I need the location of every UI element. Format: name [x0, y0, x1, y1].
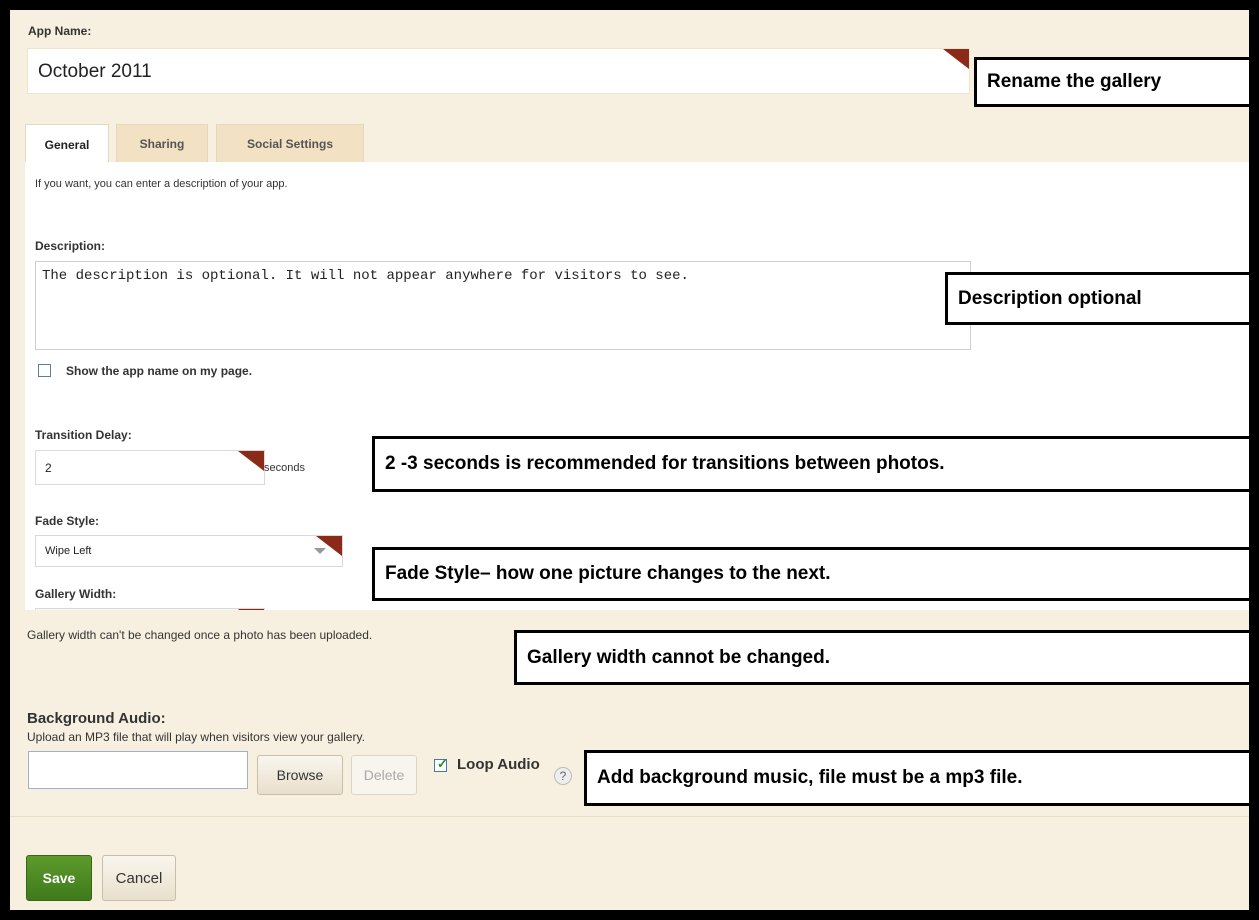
callout-gallery-width: Gallery width cannot be changed.: [514, 630, 1249, 685]
divider: [10, 816, 1249, 817]
delete-button[interactable]: Delete: [351, 755, 417, 795]
browse-button[interactable]: Browse: [257, 755, 343, 795]
fade-style-label: Fade Style:: [35, 514, 100, 528]
show-app-name-label: Show the app name on my page.: [66, 364, 253, 378]
callout-transition: 2 -3 seconds is recommended for transiti…: [372, 436, 1249, 492]
callout-fade-style: Fade Style– how one picture changes to t…: [372, 547, 1249, 601]
gallery-width-label: Gallery Width:: [35, 587, 117, 601]
show-app-name-checkbox[interactable]: [38, 364, 51, 377]
callout-rename: Rename the gallery: [974, 57, 1249, 107]
field-corner-marker-icon: [943, 49, 969, 69]
app-name-label: App Name:: [28, 24, 92, 38]
transition-delay-value: 2: [45, 461, 52, 475]
transition-delay-label: Transition Delay:: [35, 428, 132, 442]
loop-audio-label: Loop Audio: [457, 756, 540, 773]
loop-audio-checkbox[interactable]: ✓: [434, 756, 448, 772]
general-intro-text: If you want, you can enter a description…: [35, 178, 288, 190]
tab-social-settings[interactable]: Social Settings: [216, 124, 364, 162]
callout-background-audio: Add background music, file must be a mp3…: [584, 750, 1249, 806]
fade-style-select[interactable]: Wipe Left: [35, 535, 343, 567]
transition-delay-input[interactable]: 2: [35, 450, 265, 485]
gallery-width-note: Gallery width can't be changed once a ph…: [27, 628, 373, 642]
description-textarea[interactable]: The description is optional. It will not…: [35, 261, 971, 350]
audio-file-input[interactable]: [28, 751, 248, 789]
checkmark-icon: ✓: [437, 756, 448, 771]
app-settings-panel: App Name: October 2011 General Sharing S…: [10, 10, 1249, 910]
field-corner-marker-icon: [316, 536, 342, 556]
app-name-input[interactable]: October 2011: [27, 48, 970, 94]
description-value: The description is optional. It will not…: [42, 268, 689, 284]
tab-general[interactable]: General: [25, 124, 109, 164]
background-audio-label: Background Audio:: [27, 710, 166, 727]
tab-sharing[interactable]: Sharing: [116, 124, 208, 162]
transition-unit: seconds: [264, 462, 305, 474]
description-label: Description:: [35, 239, 106, 253]
callout-description: Description optional: [945, 272, 1249, 325]
help-icon[interactable]: ?: [554, 767, 572, 785]
cancel-button[interactable]: Cancel: [102, 855, 176, 901]
app-name-value: October 2011: [38, 61, 152, 82]
fade-style-value: Wipe Left: [45, 545, 92, 557]
save-button[interactable]: Save: [26, 855, 92, 901]
field-corner-marker-icon: [238, 451, 264, 471]
background-audio-hint: Upload an MP3 file that will play when v…: [27, 730, 365, 744]
